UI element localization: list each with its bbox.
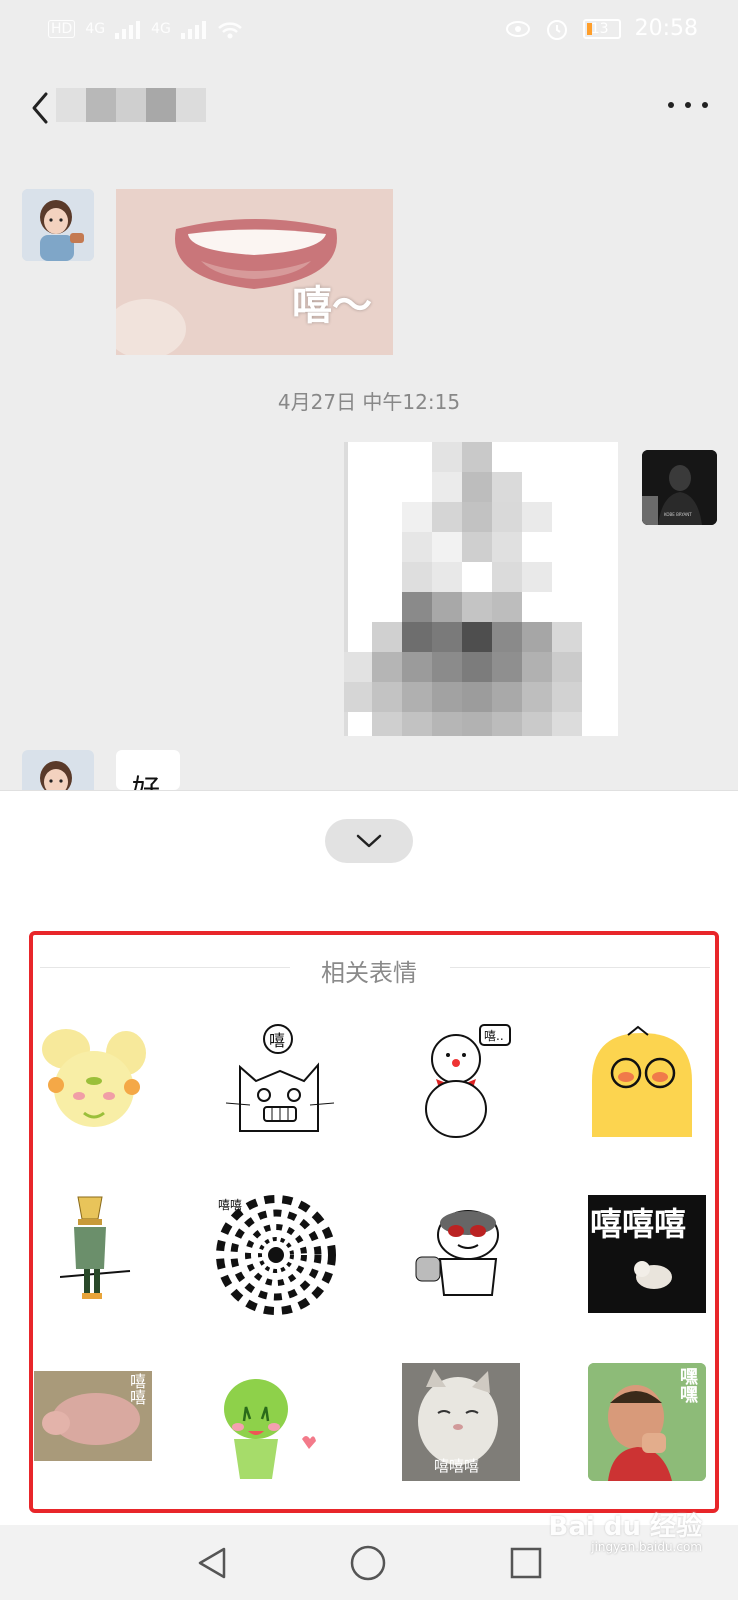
signal-label-2: 4G (151, 21, 171, 37)
snowman-icon: 嘻.. (425, 1024, 511, 1138)
snowman-speech-text: 嘻.. (484, 1029, 504, 1043)
status-time: 20:58 (634, 16, 698, 41)
baidu-watermark: Bai du 经验 (548, 1512, 703, 1542)
sticker-green-bean[interactable] (216, 1369, 336, 1489)
hd-label: HD (48, 20, 76, 38)
round-face-icon (415, 1210, 499, 1296)
more-dot (685, 102, 691, 108)
avatar[interactable] (22, 189, 94, 261)
nav-back-button[interactable] (192, 1543, 232, 1583)
signal-icon-2 (180, 21, 206, 39)
more-button[interactable] (668, 98, 708, 112)
triangle-back-icon (198, 1547, 226, 1579)
child-avatar-icon (22, 750, 94, 790)
signal-icon (115, 21, 141, 39)
laughing-man-text: 嘿嘿 (677, 1367, 698, 1403)
bucket-head-icon (59, 1196, 131, 1299)
black-sticker-text: 嘻嘻嘻 (590, 1205, 687, 1243)
alarm-icon (546, 19, 567, 40)
sticker-black-text[interactable]: 嘻嘻嘻 (588, 1195, 706, 1313)
wifi-icon (217, 22, 242, 39)
chevron-down-icon (356, 834, 382, 848)
sticker-panel: 相关表情 嘻 嘻.. 嘻嘻 嘻嘻嘻 嘻嘻 嘻嘻嘻 嘿嘿 (0, 790, 738, 1526)
sticker-caption: 嘻～ (292, 283, 372, 329)
chat-header (0, 62, 738, 152)
sticker-snowman[interactable]: 嘻.. (406, 1021, 526, 1141)
message-text: 好 (132, 773, 161, 790)
sticker-pig[interactable]: 嘻嘻 (34, 1371, 152, 1461)
signal-label-1: 4G (85, 21, 106, 37)
yellow-bird-icon (592, 1025, 692, 1137)
contact-name-blurred (56, 88, 206, 122)
cat-speech-text: 嘻 (269, 1031, 285, 1050)
sticker-yellow-bird[interactable] (588, 1021, 708, 1141)
more-dot (668, 102, 674, 108)
status-left: HD 4G 4G (48, 18, 243, 40)
pixelated-image (344, 442, 618, 736)
sticker-yellow-dog[interactable] (34, 1021, 154, 1141)
circle-home-icon (350, 1545, 386, 1581)
sticker-spiral-text[interactable]: 嘻嘻 (216, 1195, 336, 1315)
section-title: 相关表情 (321, 959, 417, 987)
message-timestamp: 4月27日 中午12:15 (277, 390, 461, 414)
avatar[interactable] (22, 750, 94, 790)
my-avatar[interactable]: KOBE BRYANT (642, 450, 717, 525)
pig-sticker-text: 嘻嘻 (127, 1373, 146, 1405)
more-dot (702, 102, 708, 108)
nav-recent-button[interactable] (506, 1543, 546, 1583)
sticker-laughing-man[interactable]: 嘿嘿 (588, 1363, 706, 1481)
spiral-corner-text: 嘻嘻 (218, 1198, 242, 1212)
text-message-bubble[interactable]: 好 (116, 750, 180, 790)
sticker-cat[interactable]: 嘻 (220, 1021, 340, 1141)
sticker-message[interactable]: 嘻～ (116, 189, 393, 355)
sticker-cat-photo[interactable]: 嘻嘻嘻 (402, 1363, 520, 1481)
sticker-bucket-head[interactable] (59, 1189, 180, 1309)
status-right: 13 20:58 (505, 16, 698, 41)
eye-icon (505, 20, 530, 37)
green-bean-icon (224, 1379, 316, 1479)
baidu-watermark-url: jingyan.baidu.com (591, 1540, 702, 1554)
nav-home-button[interactable] (348, 1543, 388, 1583)
avatar-caption: KOBE BRYANT (664, 512, 692, 517)
collapse-button[interactable] (325, 819, 413, 863)
square-recent-icon (510, 1547, 542, 1579)
battery-icon (582, 18, 621, 39)
spiral-text-icon: 嘻嘻 (216, 1195, 336, 1315)
sticker-round-face[interactable] (412, 1195, 532, 1315)
cat-photo-text: 嘻嘻嘻 (434, 1457, 480, 1475)
cat-icon: 嘻 (225, 1024, 335, 1132)
blurred-image-message[interactable] (344, 442, 618, 736)
status-bar: HD 4G 4G 13 20:58 (0, 0, 738, 62)
cat-in-dark-icon (634, 1261, 672, 1289)
child-avatar-icon (22, 189, 94, 261)
yellow-dog-icon (42, 1029, 146, 1127)
